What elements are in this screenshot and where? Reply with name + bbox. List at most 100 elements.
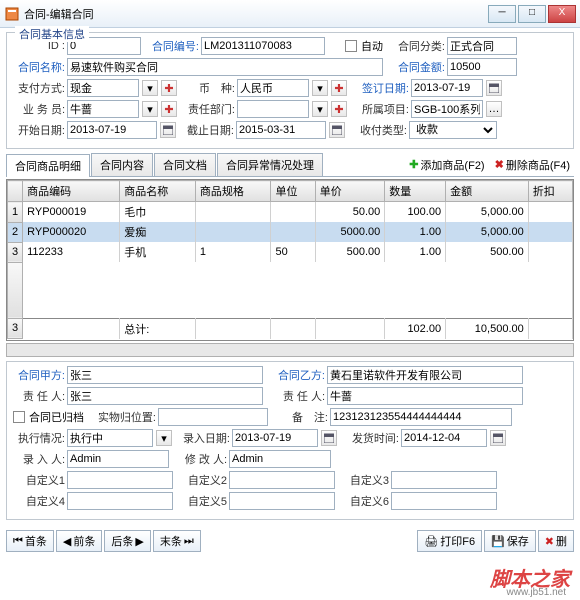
payment-field[interactable] — [67, 79, 139, 97]
indate-field[interactable] — [232, 429, 318, 447]
project-field[interactable] — [411, 100, 483, 118]
name-field[interactable] — [67, 58, 383, 76]
tab-bar: 合同商品明细 合同内容 合同文档 合同异常情况处理 ✚添加商品(F2) ✖删除商… — [6, 153, 574, 177]
minimize-button[interactable]: ─ — [488, 5, 516, 23]
contract-no-field[interactable] — [201, 37, 325, 55]
next-icon: ▶ — [135, 535, 143, 548]
next-button[interactable]: 后条▶ — [104, 530, 150, 552]
c4-label: 自定义4 — [13, 493, 65, 509]
c6-label: 自定义6 — [337, 493, 389, 509]
indate-picker-icon[interactable] — [321, 430, 337, 446]
currency-label: 币 种: — [179, 80, 235, 96]
watermark-url: www.jb51.net — [507, 587, 566, 598]
product-grid[interactable]: 商品编码商品名称商品规格单位 单价数量金额折扣 1RYP000019毛巾50.0… — [6, 179, 574, 341]
bottom-nav: ⏮首条 ◀前条 后条▶ 末条⏭ 🖨打印F6 💾保存 ✖删 — [0, 528, 580, 554]
table-row[interactable]: 3112233手机150500.001.00500.00 — [8, 242, 573, 262]
resp-b-label: 责 任 人: — [265, 388, 325, 404]
c5-label: 自定义5 — [175, 493, 227, 509]
resp-b-field[interactable] — [327, 387, 523, 405]
start-date-picker-icon[interactable] — [160, 122, 176, 138]
currency-add-icon[interactable]: ✚ — [331, 80, 347, 96]
horizontal-scrollbar[interactable] — [6, 343, 574, 357]
c6-field[interactable] — [391, 492, 497, 510]
dept-dropdown-icon[interactable]: ▾ — [312, 101, 328, 117]
exec-label: 执行情况: — [13, 430, 65, 446]
currency-field[interactable] — [237, 79, 309, 97]
party-b-label: 合同乙方: — [265, 367, 325, 383]
details-group: 合同甲方: 合同乙方: 责 任 人: 责 任 人: 合同已归档 实物归位置: 备… — [6, 361, 574, 520]
sign-date-label: 签订日期: — [349, 80, 409, 96]
tab-exceptions[interactable]: 合同异常情况处理 — [217, 153, 323, 176]
sign-date-picker-icon[interactable] — [486, 80, 502, 96]
end-date-field[interactable] — [236, 121, 326, 139]
project-picker-icon[interactable]: … — [486, 101, 502, 117]
last-button[interactable]: 末条⏭ — [153, 530, 201, 552]
payment-dropdown-icon[interactable]: ▾ — [142, 80, 158, 96]
delete-product-button[interactable]: ✖删除商品(F4) — [491, 155, 574, 175]
category-label: 合同分类: — [385, 38, 445, 54]
grid-header: 商品编码商品名称商品规格单位 单价数量金额折扣 — [8, 181, 573, 202]
print-button[interactable]: 🖨打印F6 — [417, 530, 482, 552]
plus-icon: ✚ — [409, 158, 418, 171]
app-icon — [4, 6, 20, 22]
ship-field[interactable] — [401, 429, 487, 447]
location-field[interactable] — [158, 408, 268, 426]
contract-no-label: 合同编号: — [143, 38, 199, 54]
dept-field[interactable] — [237, 100, 309, 118]
prev-button[interactable]: ◀前条 — [56, 530, 102, 552]
c3-field[interactable] — [391, 471, 497, 489]
tab-documents[interactable]: 合同文档 — [154, 153, 216, 176]
print-icon: 🖨 — [424, 535, 438, 548]
archived-checkbox[interactable] — [13, 411, 25, 423]
sales-dropdown-icon[interactable]: ▾ — [142, 101, 158, 117]
party-a-label: 合同甲方: — [13, 367, 65, 383]
location-label: 实物归位置: — [92, 409, 156, 425]
c1-field[interactable] — [67, 471, 173, 489]
party-b-field[interactable] — [327, 366, 523, 384]
first-button[interactable]: ⏮首条 — [6, 530, 54, 552]
maximize-button[interactable]: □ — [518, 5, 546, 23]
tab-products[interactable]: 合同商品明细 — [6, 154, 90, 177]
resp-a-field[interactable] — [67, 387, 263, 405]
inby-field[interactable] — [67, 450, 169, 468]
modby-field[interactable] — [229, 450, 331, 468]
first-icon: ⏮ — [13, 535, 23, 548]
c4-field[interactable] — [67, 492, 173, 510]
sales-field[interactable] — [67, 100, 139, 118]
table-row[interactable]: 1RYP000019毛巾50.00100.005,000.00 — [8, 202, 573, 223]
ship-picker-icon[interactable] — [490, 430, 506, 446]
sales-label: 业 务 员: — [13, 101, 65, 117]
watermark-text: 脚本之家 — [490, 563, 570, 592]
exec-field[interactable] — [67, 429, 153, 447]
note-field[interactable] — [330, 408, 512, 426]
dept-add-icon[interactable]: ✚ — [331, 101, 347, 117]
save-button[interactable]: 💾保存 — [484, 530, 536, 552]
table-row[interactable]: 2RYP000020爱痴5000.001.005,000.00 — [8, 222, 573, 242]
end-date-picker-icon[interactable] — [329, 122, 345, 138]
tab-content[interactable]: 合同内容 — [91, 153, 153, 176]
c5-field[interactable] — [229, 492, 335, 510]
category-field[interactable] — [447, 37, 517, 55]
exec-dropdown-icon[interactable]: ▾ — [156, 430, 172, 446]
rcvtype-select[interactable]: 收款 — [409, 121, 497, 139]
close-button[interactable]: X — [548, 5, 576, 23]
window-title: 合同-编辑合同 — [24, 6, 486, 22]
grid-summary: 3总计:102.0010,500.00 — [8, 318, 573, 339]
add-product-button[interactable]: ✚添加商品(F2) — [405, 155, 488, 175]
note-label: 备 注: — [270, 409, 328, 425]
amount-field[interactable] — [447, 58, 517, 76]
sign-date-field[interactable] — [411, 79, 483, 97]
currency-dropdown-icon[interactable]: ▾ — [312, 80, 328, 96]
start-date-field[interactable] — [67, 121, 157, 139]
auto-checkbox[interactable] — [345, 40, 357, 52]
payment-label: 支付方式: — [13, 80, 65, 96]
save-icon: 💾 — [491, 535, 505, 548]
delete-button[interactable]: ✖删 — [538, 530, 574, 552]
c2-label: 自定义2 — [175, 472, 227, 488]
party-a-field[interactable] — [67, 366, 263, 384]
payment-add-icon[interactable]: ✚ — [161, 80, 177, 96]
sales-add-icon[interactable]: ✚ — [161, 101, 177, 117]
archived-label: 合同已归档 — [29, 409, 84, 425]
start-date-label: 开始日期: — [13, 122, 65, 138]
c2-field[interactable] — [229, 471, 335, 489]
